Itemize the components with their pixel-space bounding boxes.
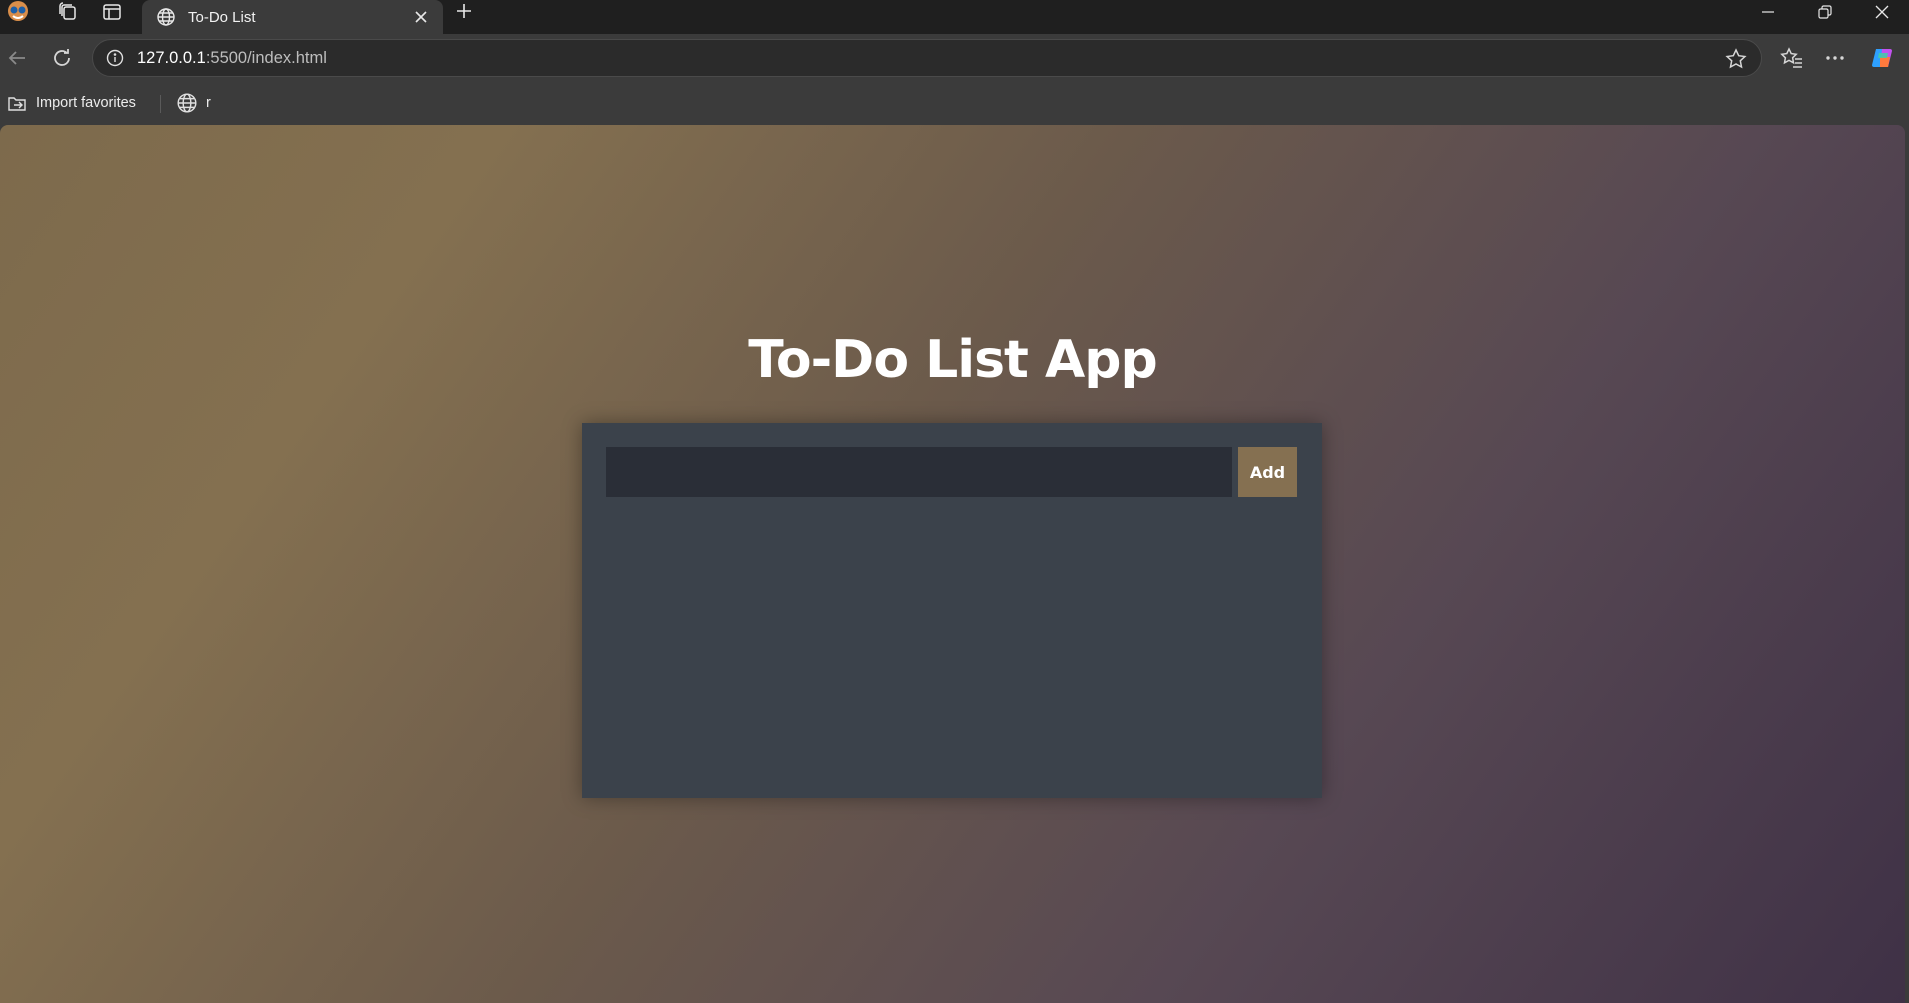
task-list <box>606 529 1297 789</box>
favorites-bar: Import favorites r <box>0 81 1909 125</box>
more-menu-icon[interactable] <box>1818 42 1852 74</box>
close-tab-icon[interactable] <box>411 7 431 27</box>
favorites-item-r[interactable]: r <box>176 91 211 115</box>
favorites-divider <box>160 95 161 113</box>
import-favorites-icon <box>6 92 28 114</box>
copilot-icon[interactable] <box>1866 42 1900 74</box>
workspaces-icon[interactable] <box>50 0 86 24</box>
address-bar[interactable]: 127.0.0.1:5500/index.html <box>92 39 1762 77</box>
favorites-item-label: Import favorites <box>36 95 136 111</box>
back-arrow-icon[interactable] <box>0 42 34 74</box>
globe-icon <box>156 7 176 27</box>
new-tab-icon[interactable] <box>450 0 478 22</box>
favorites-icon[interactable] <box>1775 42 1809 74</box>
globe-icon <box>176 92 198 114</box>
refresh-icon[interactable] <box>45 42 79 74</box>
minimize-icon[interactable] <box>1740 0 1796 24</box>
favorites-item-label: r <box>206 95 211 111</box>
close-window-icon[interactable] <box>1854 0 1909 24</box>
profile-avatar-icon[interactable] <box>0 0 36 24</box>
site-info-icon[interactable] <box>105 48 125 68</box>
todo-page: To-Do List App Add <box>0 125 1905 1003</box>
page-title: To-Do List App <box>748 330 1157 390</box>
restore-icon[interactable] <box>1797 0 1853 24</box>
browser-viewport: To-Do List App Add <box>0 125 1909 1003</box>
add-favorite-star-icon[interactable] <box>1725 48 1747 70</box>
url-path: :5500/index.html <box>205 48 327 67</box>
task-input[interactable] <box>606 447 1232 497</box>
todo-card: Add <box>582 423 1322 798</box>
browser-toolbar: 127.0.0.1:5500/index.html <box>0 34 1909 81</box>
tab-title: To-Do List <box>188 8 256 26</box>
browser-tab-strip: To-Do List <box>0 0 1909 34</box>
vertical-tabs-icon[interactable] <box>94 0 130 24</box>
active-tab[interactable]: To-Do List <box>142 0 443 34</box>
add-button[interactable]: Add <box>1238 447 1297 497</box>
favorites-item-import[interactable]: Import favorites <box>6 91 136 115</box>
url-host: 127.0.0.1 <box>137 48 206 67</box>
